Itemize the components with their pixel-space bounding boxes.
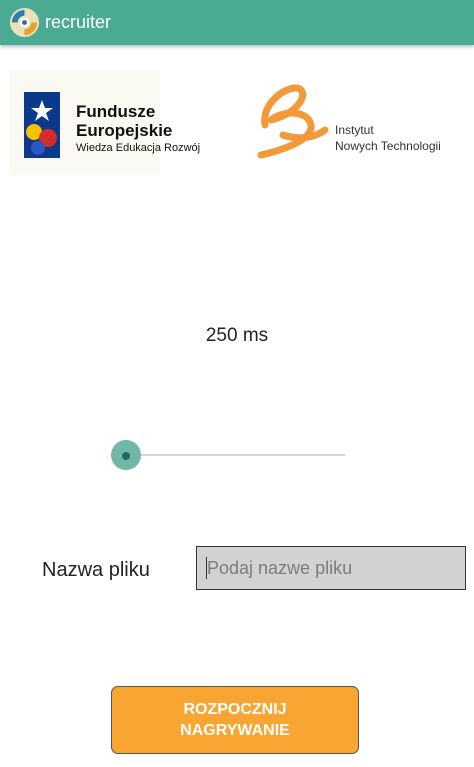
europejskie-text: Europejskie: [76, 121, 173, 140]
wiedza-text: Wiedza Edukacja Rozwój: [76, 142, 201, 154]
app-bar: recruiter: [0, 0, 474, 45]
filename-label: Nazwa pliku: [42, 559, 150, 581]
record-button-label-line1: ROZPOCZNIJ: [183, 701, 287, 718]
app-title: recruiter: [45, 12, 112, 32]
slider-thumb[interactable]: [111, 440, 141, 470]
slider-track[interactable]: [126, 454, 345, 456]
delay-slider[interactable]: [111, 439, 347, 471]
fundusze-europejskie-logo: Fundusze Europejskie Wiedza Edukacja Roz…: [10, 70, 200, 175]
slider-thumb-dot[interactable]: [122, 452, 130, 460]
instytut-text: Instytut: [335, 123, 374, 137]
delay-value-label: 250 ms: [205, 325, 269, 346]
app-logo-icon: [9, 7, 40, 38]
start-recording-button[interactable]: ROZPOCZNIJ NAGRYWANIE: [111, 686, 359, 754]
nowych-technologii-text: Nowych Technologii: [335, 139, 441, 153]
sponsor-logos: Fundusze Europejskie Wiedza Edukacja Roz…: [0, 65, 474, 175]
instytut-logo: Instytut Nowych Technologii: [253, 80, 468, 165]
text-cursor: [206, 557, 207, 579]
instytut-mark-icon: [257, 84, 329, 159]
fundusze-text: Fundusze: [76, 102, 156, 121]
record-button-label-line2: NAGRYWANIE: [180, 722, 290, 739]
filename-input[interactable]: [196, 546, 466, 590]
eu-flag-icon: [24, 92, 60, 158]
